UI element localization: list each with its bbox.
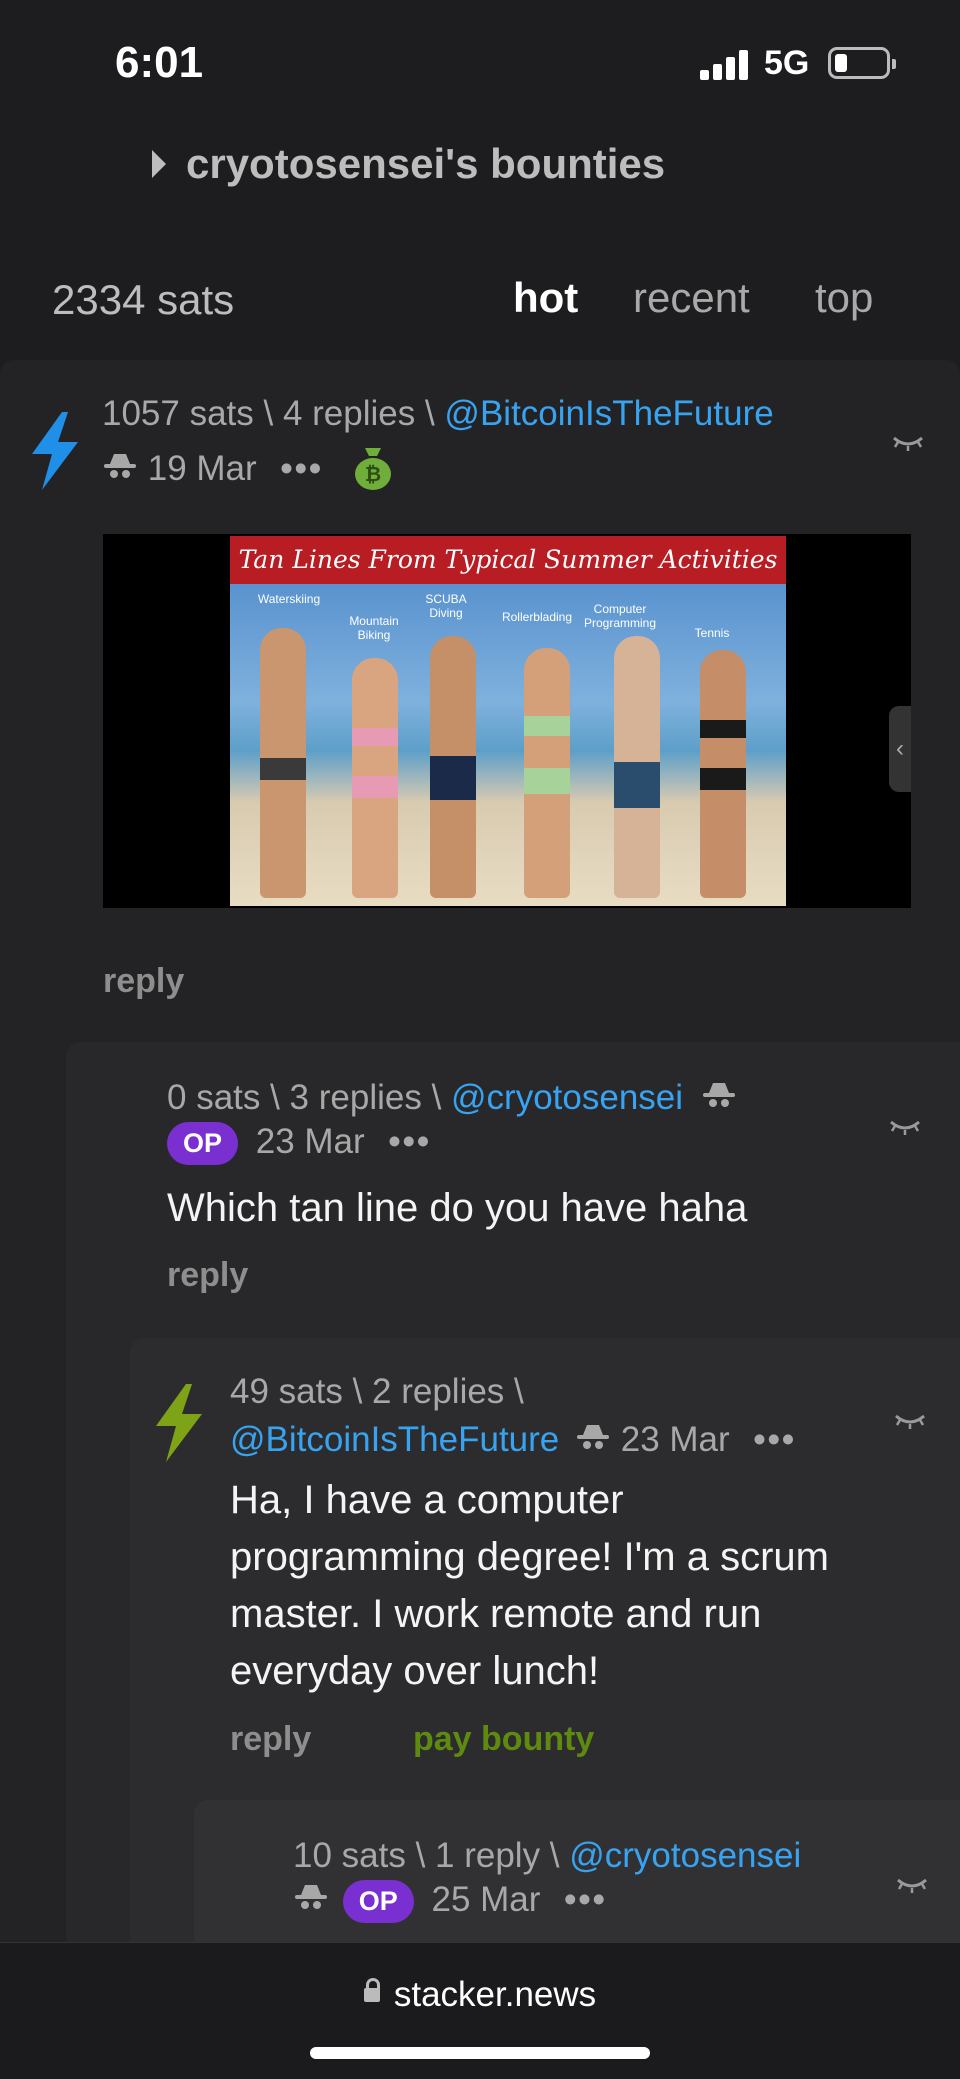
more-options-icon[interactable]: ••• — [753, 1420, 796, 1459]
lightning-bolt-icon[interactable] — [28, 412, 82, 490]
total-sats: 2334 sats — [52, 276, 235, 323]
comment-text-line: programming degree! I'm a scrum — [230, 1535, 829, 1579]
lightning-bolt-icon[interactable] — [152, 1384, 206, 1462]
page-title-toggle[interactable]: cryotosensei's bounties — [152, 140, 665, 188]
bounty-bag-icon[interactable]: ₿ — [353, 442, 393, 499]
status-bar: 6:01 5G — [0, 0, 960, 120]
person-figure — [430, 636, 476, 898]
comment-date: 23 Mar — [255, 1122, 365, 1161]
comment-stats: 1057 sats \ 4 replies \ — [102, 394, 445, 433]
more-options-icon[interactable]: ••• — [564, 1880, 607, 1919]
url-display[interactable]: stacker.news — [0, 1975, 960, 2015]
anon-hat-icon — [102, 451, 138, 491]
battery-icon — [828, 47, 896, 79]
comment-date: 25 Mar — [431, 1880, 541, 1919]
comment-stats: 10 sats \ 1 reply \ — [293, 1836, 570, 1875]
person-figure — [524, 648, 570, 898]
comment-meta: 10 sats \ 1 reply \ @cryotosensei — [293, 1836, 801, 1876]
comment-meta-line2: 19 Mar ••• ₿ — [102, 442, 393, 499]
svg-text:₿: ₿ — [365, 462, 381, 486]
author-link[interactable]: @BitcoinIsTheFuture — [230, 1420, 559, 1459]
tab-top[interactable]: top — [815, 274, 873, 322]
image-label: Waterskiing — [257, 592, 321, 606]
op-badge: OP — [167, 1122, 239, 1166]
collapse-icon[interactable] — [889, 1116, 921, 1136]
image-label: Rollerblading — [501, 610, 573, 624]
image-label: Computer Programming — [583, 602, 657, 630]
person-figure — [352, 658, 398, 898]
comment-text-line: everyday over lunch! — [230, 1649, 600, 1693]
image-label: Tennis — [694, 626, 730, 640]
comment-meta: 1057 sats \ 4 replies \ @BitcoinIsTheFut… — [102, 394, 774, 434]
reply-button[interactable]: reply — [167, 1256, 248, 1295]
reply-button[interactable]: reply — [230, 1720, 311, 1759]
comment-stats: 0 sats \ 3 replies \ — [167, 1078, 452, 1117]
comment-text: Ha, I have a computer programming degree… — [230, 1472, 829, 1700]
comment-date: 19 Mar — [147, 448, 257, 488]
comment-meta: 0 sats \ 3 replies \ @cryotosensei — [167, 1078, 737, 1120]
image-banner: Tan Lines From Typical Summer Activities — [230, 536, 786, 584]
image-label: Mountain Biking — [349, 614, 399, 642]
signal-icon — [700, 50, 750, 80]
comment-text-line: master. I work remote and run — [230, 1592, 762, 1636]
url-text: stacker.news — [393, 1975, 597, 2014]
comment-text: Which tan line do you have haha — [167, 1186, 748, 1230]
clock: 6:01 — [115, 38, 204, 87]
author-link[interactable]: @cryotosensei — [569, 1836, 801, 1875]
person-figure — [700, 650, 746, 898]
caret-right-icon — [152, 150, 166, 178]
author-link[interactable]: @cryotosensei — [451, 1078, 683, 1117]
lock-icon — [363, 1977, 380, 2002]
tab-recent[interactable]: recent — [633, 274, 750, 322]
person-figure — [260, 628, 306, 898]
comment-date: 23 Mar — [620, 1420, 730, 1459]
comment-meta-line2: @BitcoinIsTheFuture 23 Mar ••• — [230, 1420, 796, 1462]
anon-hat-icon — [701, 1080, 737, 1120]
comment-meta-line2: OP 25 Mar ••• — [293, 1880, 607, 1924]
home-indicator[interactable] — [310, 2047, 650, 2059]
embedded-image[interactable]: Tan Lines From Typical Summer Activities… — [103, 534, 911, 908]
browser-address-bar[interactable]: stacker.news — [0, 1942, 960, 2079]
comment-text-line: Ha, I have a computer — [230, 1478, 624, 1522]
more-options-icon[interactable]: ••• — [280, 449, 323, 488]
page-title: cryotosensei's bounties — [186, 140, 666, 187]
person-figure — [614, 636, 660, 898]
comment-meta-line2: OP 23 Mar ••• — [167, 1122, 431, 1166]
anon-hat-icon — [293, 1882, 329, 1922]
reply-button[interactable]: reply — [103, 962, 184, 1001]
tab-hot[interactable]: hot — [513, 274, 578, 322]
beach-photo: Tan Lines From Typical Summer Activities… — [230, 536, 786, 906]
pay-bounty-button[interactable]: pay bounty — [413, 1720, 594, 1759]
op-badge: OP — [342, 1880, 414, 1924]
comment-stats: 49 sats \ 2 replies \ — [230, 1372, 524, 1411]
anon-hat-icon — [575, 1422, 611, 1462]
collapse-icon[interactable] — [892, 432, 924, 452]
more-options-icon[interactable]: ••• — [388, 1122, 431, 1161]
image-label: SCUBA Diving — [425, 592, 467, 620]
image-expand-handle[interactable]: ‹ — [889, 706, 911, 792]
author-link[interactable]: @BitcoinIsTheFuture — [444, 394, 773, 433]
collapse-icon[interactable] — [896, 1874, 928, 1894]
network-label: 5G — [764, 44, 810, 82]
collapse-icon[interactable] — [894, 1410, 926, 1430]
